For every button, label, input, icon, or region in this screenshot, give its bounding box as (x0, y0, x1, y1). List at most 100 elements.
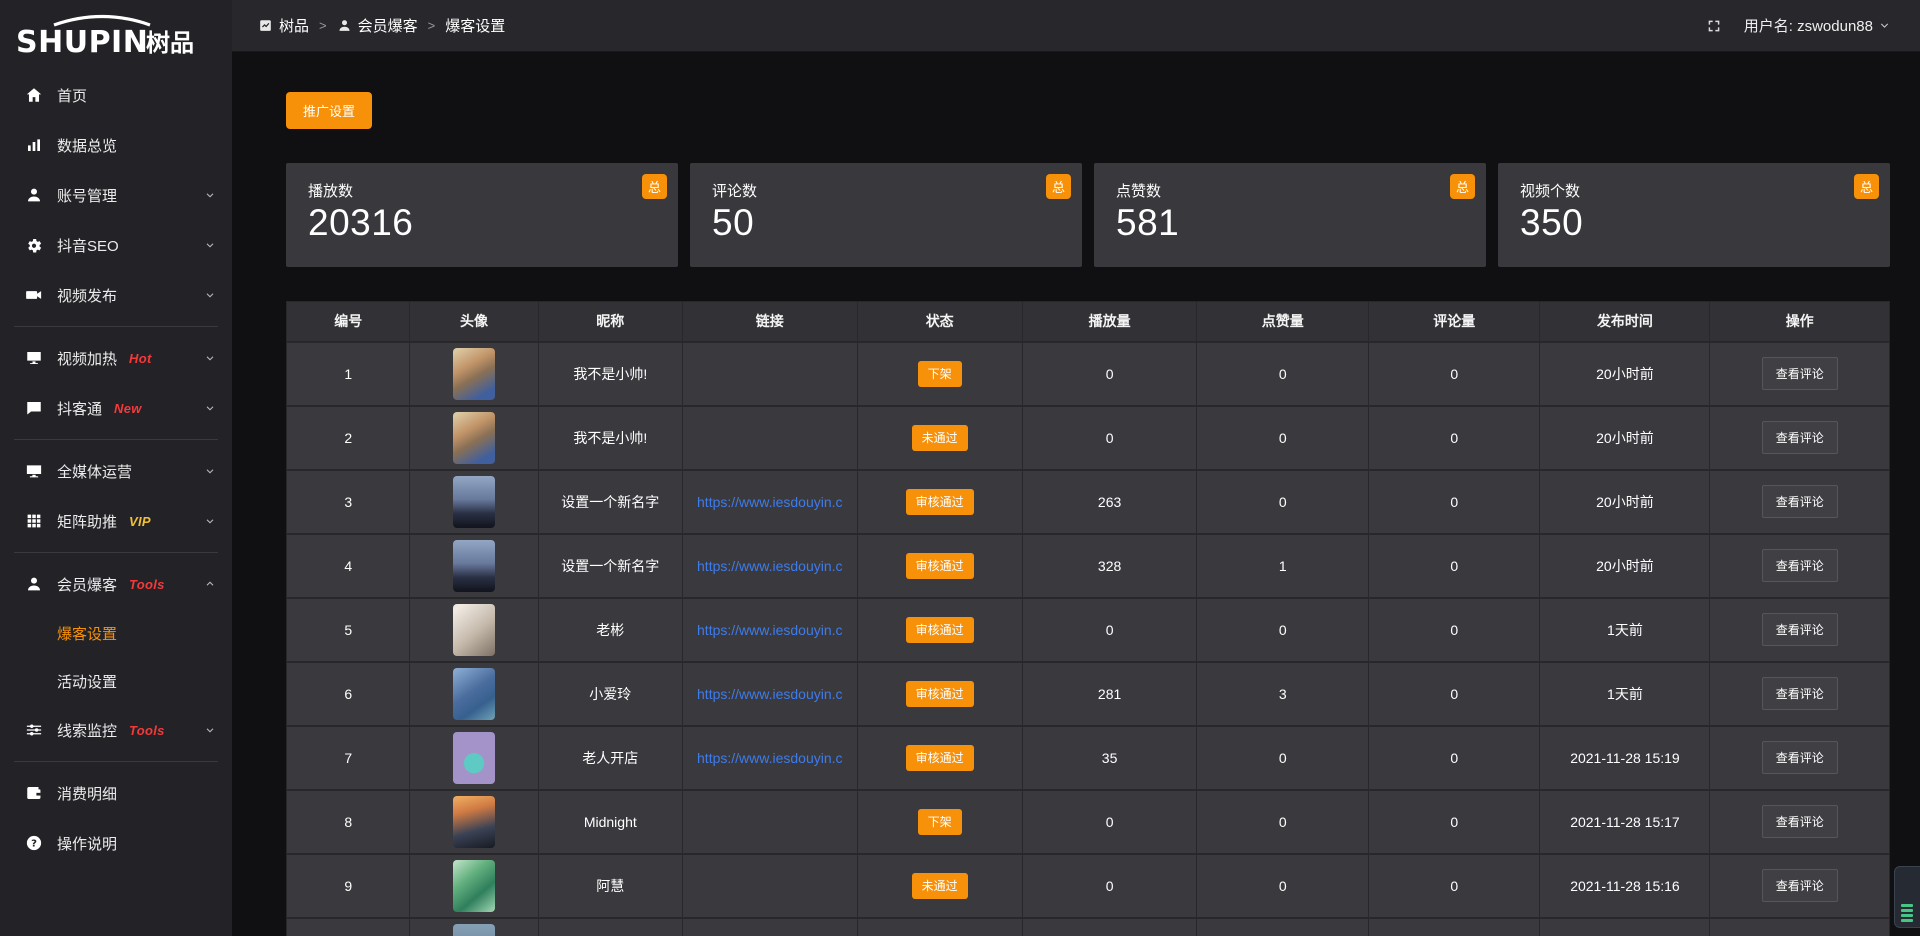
cell-link: https://www.iesdouyin.c (682, 470, 857, 534)
cell-avatar (410, 790, 538, 854)
cell-id: 1 (287, 342, 410, 406)
cell-comments: 0 (1368, 406, 1540, 470)
cell-time: 1天前 (1540, 598, 1710, 662)
cell-plays: 0 (1022, 854, 1197, 918)
cell-action: 查看评论 (1710, 854, 1890, 918)
display-icon (24, 349, 43, 368)
view-comments-button[interactable]: 查看评论 (1762, 613, 1838, 646)
table-row: 2我不是小帅!未通过00020小时前查看评论 (287, 406, 1890, 470)
cell-id: 8 (287, 790, 410, 854)
sidebar-item-全媒体运营[interactable]: 全媒体运营 (0, 446, 232, 496)
breadcrumb-item-home[interactable]: 树品 (258, 15, 309, 36)
column-header-播放量: 播放量 (1022, 302, 1197, 342)
cell-status: 未通过 (857, 406, 1022, 470)
table-row: 5老彬https://www.iesdouyin.c审核通过0001天前查看评论 (287, 598, 1890, 662)
sidebar-item-视频加热[interactable]: 视频加热Hot (0, 333, 232, 383)
video-link[interactable]: https://www.iesdouyin.c (687, 686, 853, 702)
breadcrumb-label: 会员爆客 (358, 15, 418, 36)
video-link[interactable]: https://www.iesdouyin.c (687, 558, 853, 574)
sidebar-item-矩阵助推[interactable]: 矩阵助推VIP (0, 496, 232, 546)
video-table: 编号头像昵称链接状态播放量点赞量评论量发布时间操作 1我不是小帅!下架00020… (286, 301, 1890, 936)
cell-link (682, 790, 857, 854)
chevron-down-icon (204, 724, 216, 736)
cell-comments: 0 (1368, 470, 1540, 534)
cell-comments: 0 (1368, 598, 1540, 662)
sidebar-subitem-爆客设置[interactable]: 爆客设置 (0, 609, 232, 657)
status-badge: 审核通过 (906, 489, 974, 515)
sidebar-item-操作说明[interactable]: ?操作说明 (0, 818, 232, 868)
user-icon (24, 575, 43, 594)
video-link[interactable]: https://www.iesdouyin.c (687, 750, 853, 766)
video-link[interactable]: https://www.iesdouyin.c (687, 622, 853, 638)
avatar (453, 412, 495, 464)
view-comments-button[interactable]: 查看评论 (1762, 869, 1838, 902)
stat-card-total-badge: 总 (642, 174, 667, 199)
view-comments-button[interactable]: 查看评论 (1762, 805, 1838, 838)
stat-card-评论数: 评论数50总 (690, 163, 1082, 267)
cell-status (857, 918, 1022, 936)
sidebar-item-抖音SEO[interactable]: 抖音SEO (0, 220, 232, 270)
cell-link (682, 342, 857, 406)
view-comments-button[interactable]: 查看评论 (1762, 741, 1838, 774)
sidebar-item-消费明细[interactable]: 消费明细 (0, 768, 232, 818)
cell-comments: 0 (1368, 534, 1540, 598)
cell-link (682, 406, 857, 470)
status-badge: 下架 (918, 361, 962, 387)
breadcrumb-item-current: 爆客设置 (445, 15, 505, 36)
cell-link: https://www.iesdouyin.c (682, 662, 857, 726)
floating-helper-widget[interactable] (1894, 866, 1920, 928)
table-row: 3设置一个新名字https://www.iesdouyin.c审核通过26300… (287, 470, 1890, 534)
page-content: 推广设置 播放数20316总评论数50总点赞数581总视频个数350总 编号头像… (232, 52, 1920, 936)
brand-logo-en: SHUPIN (16, 25, 148, 58)
status-badge: 审核通过 (906, 681, 974, 707)
svg-text:?: ? (31, 839, 37, 850)
cell-avatar (410, 918, 538, 936)
cell-plays: 0 (1022, 790, 1197, 854)
user-menu[interactable]: 用户名: zswodun88 (1744, 15, 1890, 36)
view-comments-button[interactable]: 查看评论 (1762, 357, 1838, 390)
cell-status: 审核通过 (857, 662, 1022, 726)
video-table-wrap: 编号头像昵称链接状态播放量点赞量评论量发布时间操作 1我不是小帅!下架00020… (286, 301, 1890, 936)
cell-action: 查看评论 (1710, 598, 1890, 662)
avatar (453, 732, 495, 784)
view-comments-button[interactable]: 查看评论 (1762, 549, 1838, 582)
stat-card-total-badge: 总 (1854, 174, 1879, 199)
sidebar-item-视频发布[interactable]: 视频发布 (0, 270, 232, 320)
sidebar-item-账号管理[interactable]: 账号管理 (0, 170, 232, 220)
avatar (453, 668, 495, 720)
status-badge: 审核通过 (906, 617, 974, 643)
cell-nickname (538, 918, 682, 936)
stat-card-label: 视频个数 (1520, 180, 1868, 201)
status-badge: 审核通过 (906, 553, 974, 579)
sidebar-item-会员爆客[interactable]: 会员爆客Tools (0, 559, 232, 609)
sidebar-item-label: 账号管理 (57, 185, 117, 206)
table-row (287, 918, 1890, 936)
view-comments-button[interactable]: 查看评论 (1762, 421, 1838, 454)
promo-settings-button[interactable]: 推广设置 (286, 92, 372, 129)
stat-card-value: 350 (1520, 202, 1868, 244)
sidebar-item-label: 矩阵助推 (57, 511, 117, 532)
sidebar-item-线索监控[interactable]: 线索监控Tools (0, 705, 232, 755)
sidebar-item-首页[interactable]: 首页 (0, 70, 232, 120)
cell-plays: 0 (1022, 598, 1197, 662)
column-header-昵称: 昵称 (538, 302, 682, 342)
cell-avatar (410, 534, 538, 598)
view-comments-button[interactable]: 查看评论 (1762, 677, 1838, 710)
sidebar-subitem-活动设置[interactable]: 活动设置 (0, 657, 232, 705)
sidebar-item-抖客通[interactable]: 抖客通New (0, 383, 232, 433)
cell-avatar (410, 342, 538, 406)
status-badge: 审核通过 (906, 745, 974, 771)
cell-id: 5 (287, 598, 410, 662)
cell-time: 2021-11-28 15:19 (1540, 726, 1710, 790)
chevron-down-icon (204, 515, 216, 527)
video-link[interactable]: https://www.iesdouyin.c (687, 494, 853, 510)
sidebar-item-tag: Hot (129, 351, 152, 366)
sidebar-item-数据总览[interactable]: 数据总览 (0, 120, 232, 170)
view-comments-button[interactable]: 查看评论 (1762, 485, 1838, 518)
user-icon (337, 18, 352, 33)
breadcrumb-item-member[interactable]: 会员爆客 (337, 15, 418, 36)
cell-avatar (410, 470, 538, 534)
fullscreen-icon[interactable] (1706, 18, 1722, 34)
cell-avatar (410, 854, 538, 918)
cell-plays: 263 (1022, 470, 1197, 534)
